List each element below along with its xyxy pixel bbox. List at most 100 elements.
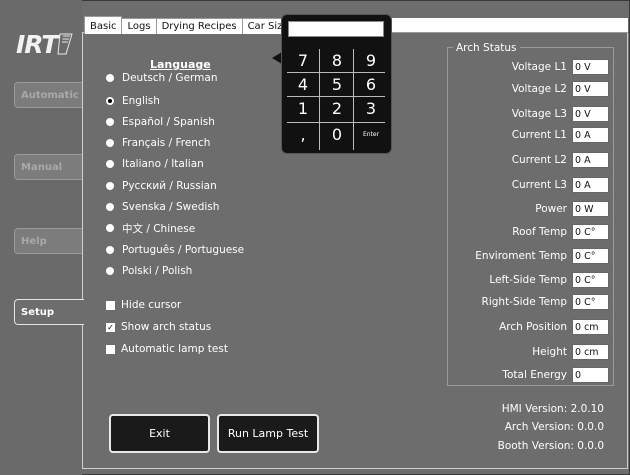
arch-status-value: 0 C° bbox=[572, 272, 609, 288]
arch-status-label: Left-Side Temp bbox=[489, 274, 567, 286]
arch-version: Arch Version: 0.0.0 bbox=[505, 421, 604, 433]
radio-button-selected[interactable] bbox=[106, 97, 114, 105]
arch-status-label: Current L2 bbox=[511, 154, 567, 166]
arch-status-label: Current L1 bbox=[511, 129, 567, 141]
auto-lamp-test-option[interactable]: Automatic lamp test bbox=[106, 342, 228, 356]
run-lamp-test-button[interactable]: Run Lamp Test bbox=[217, 414, 319, 453]
language-label: Português / Portuguese bbox=[122, 244, 245, 256]
checkbox[interactable] bbox=[106, 300, 115, 310]
arch-status-label: Right-Side Temp bbox=[481, 296, 567, 308]
checkbox-checked[interactable]: ✓ bbox=[106, 322, 115, 332]
arch-status-value: 0 W bbox=[572, 201, 609, 217]
sidebar-item-manual[interactable]: Manual bbox=[14, 154, 82, 180]
version-label: Booth Version: bbox=[497, 440, 574, 452]
arch-status-value: 0 cm bbox=[572, 344, 609, 360]
arch-status-label: Voltage L2 bbox=[511, 83, 567, 95]
language-label: Français / French bbox=[122, 137, 211, 149]
key-1[interactable]: 1 bbox=[287, 98, 319, 120]
language-option[interactable]: Русский / Russian bbox=[106, 179, 217, 193]
arch-status-row: Left-Side Temp 0 C° bbox=[447, 272, 614, 288]
language-label: Italiano / Italian bbox=[122, 158, 204, 170]
arch-status-label: Voltage L3 bbox=[511, 108, 567, 120]
language-option[interactable]: Polski / Polish bbox=[106, 264, 192, 278]
version-value: 2.0.10 bbox=[570, 403, 604, 415]
keypad-divider bbox=[287, 122, 385, 123]
tab-logs[interactable]: Logs bbox=[121, 18, 157, 34]
radio-button[interactable] bbox=[106, 246, 114, 254]
tab-drying-recipes[interactable]: Drying Recipes bbox=[155, 18, 243, 34]
show-arch-status-option[interactable]: ✓ Show arch status bbox=[106, 320, 211, 334]
keypad-divider bbox=[353, 49, 354, 150]
arch-status-row: Arch Position 0 cm bbox=[447, 319, 614, 335]
hide-cursor-option[interactable]: Hide cursor bbox=[106, 298, 181, 312]
key-6[interactable]: 6 bbox=[355, 74, 387, 96]
keypad-display-field[interactable] bbox=[288, 21, 384, 37]
version-label: Arch Version: bbox=[504, 421, 574, 433]
version-value: 0.0.0 bbox=[577, 440, 604, 452]
arch-status-value: 0 A bbox=[572, 177, 609, 193]
arch-status-label: Current L3 bbox=[511, 179, 567, 191]
arch-status-value: 0 V bbox=[572, 81, 609, 97]
language-option[interactable]: Português / Portuguese bbox=[106, 243, 244, 257]
radio-button[interactable] bbox=[106, 74, 114, 82]
arch-status-row: Current L1 0 A bbox=[447, 127, 614, 143]
key-8[interactable]: 8 bbox=[321, 50, 353, 72]
language-option[interactable]: Deutsch / German bbox=[106, 71, 217, 85]
radio-button[interactable] bbox=[106, 160, 114, 168]
auto-lamp-test-label: Automatic lamp test bbox=[121, 343, 228, 355]
key-2[interactable]: 2 bbox=[321, 98, 353, 120]
language-label: English bbox=[122, 95, 160, 107]
language-label: Svenska / Swedish bbox=[122, 201, 220, 213]
arch-status-row: Voltage L1 0 V bbox=[447, 59, 614, 75]
keypad-divider bbox=[287, 72, 385, 73]
arch-status-value: 0 A bbox=[572, 152, 609, 168]
language-label: 中文 / Chinese bbox=[122, 222, 196, 235]
exit-button[interactable]: Exit bbox=[109, 414, 210, 453]
booth-version: Booth Version: 0.0.0 bbox=[498, 440, 604, 452]
radio-button[interactable] bbox=[106, 118, 114, 126]
sidebar-item-automatic[interactable]: Automatic bbox=[14, 82, 82, 108]
language-option[interactable]: Español / Spanish bbox=[106, 115, 215, 129]
arch-status-label: Enviroment Temp bbox=[475, 250, 567, 262]
radio-button[interactable] bbox=[106, 182, 114, 190]
arch-status-row: Current L2 0 A bbox=[447, 152, 614, 168]
key-7[interactable]: 7 bbox=[287, 50, 319, 72]
hmi-version: HMI Version: 2.0.10 bbox=[502, 403, 604, 415]
arch-status-row: Voltage L2 0 V bbox=[447, 81, 614, 97]
radio-button[interactable] bbox=[106, 203, 114, 211]
key-9[interactable]: 9 bbox=[355, 50, 387, 72]
language-option[interactable]: Italiano / Italian bbox=[106, 157, 204, 171]
language-option[interactable]: English bbox=[106, 94, 160, 108]
version-value: 0.0.0 bbox=[577, 421, 604, 433]
sidebar-item-help[interactable]: Help bbox=[14, 228, 82, 254]
key-5[interactable]: 5 bbox=[321, 74, 353, 96]
arch-status-value: 0 V bbox=[572, 106, 609, 122]
arch-status-label: Arch Position bbox=[499, 321, 567, 333]
language-option[interactable]: Français / French bbox=[106, 136, 210, 150]
key-comma[interactable]: , bbox=[287, 124, 319, 146]
arch-status-value: 0 C° bbox=[572, 248, 609, 264]
version-label: HMI Version: bbox=[501, 403, 568, 415]
keypad-divider bbox=[287, 96, 385, 97]
radio-button[interactable] bbox=[106, 139, 114, 147]
sidebar-item-setup[interactable]: Setup bbox=[14, 299, 84, 325]
checkbox[interactable] bbox=[106, 344, 115, 354]
language-option[interactable]: 中文 / Chinese bbox=[106, 221, 195, 235]
arch-status-row: Height 0 cm bbox=[447, 344, 614, 360]
arch-status-label: Height bbox=[532, 346, 567, 358]
radio-button[interactable] bbox=[106, 224, 114, 232]
key-3[interactable]: 3 bbox=[355, 98, 387, 120]
arch-status-value: 0 C° bbox=[572, 224, 609, 240]
arch-status-row: Current L3 0 A bbox=[447, 177, 614, 193]
key-0[interactable]: 0 bbox=[321, 124, 353, 146]
arch-status-label: Roof Temp bbox=[512, 226, 567, 238]
key-enter[interactable]: Enter bbox=[355, 124, 387, 146]
arch-status-row: Roof Temp 0 C° bbox=[447, 224, 614, 240]
language-option[interactable]: Svenska / Swedish bbox=[106, 200, 219, 214]
radio-button[interactable] bbox=[106, 267, 114, 275]
arch-status-title: Arch Status bbox=[453, 42, 520, 54]
language-heading: Language bbox=[150, 58, 211, 71]
tab-bar: Basic Logs Drying Recipes Car Size bbox=[84, 16, 295, 34]
tab-basic[interactable]: Basic bbox=[84, 16, 123, 34]
key-4[interactable]: 4 bbox=[287, 74, 319, 96]
